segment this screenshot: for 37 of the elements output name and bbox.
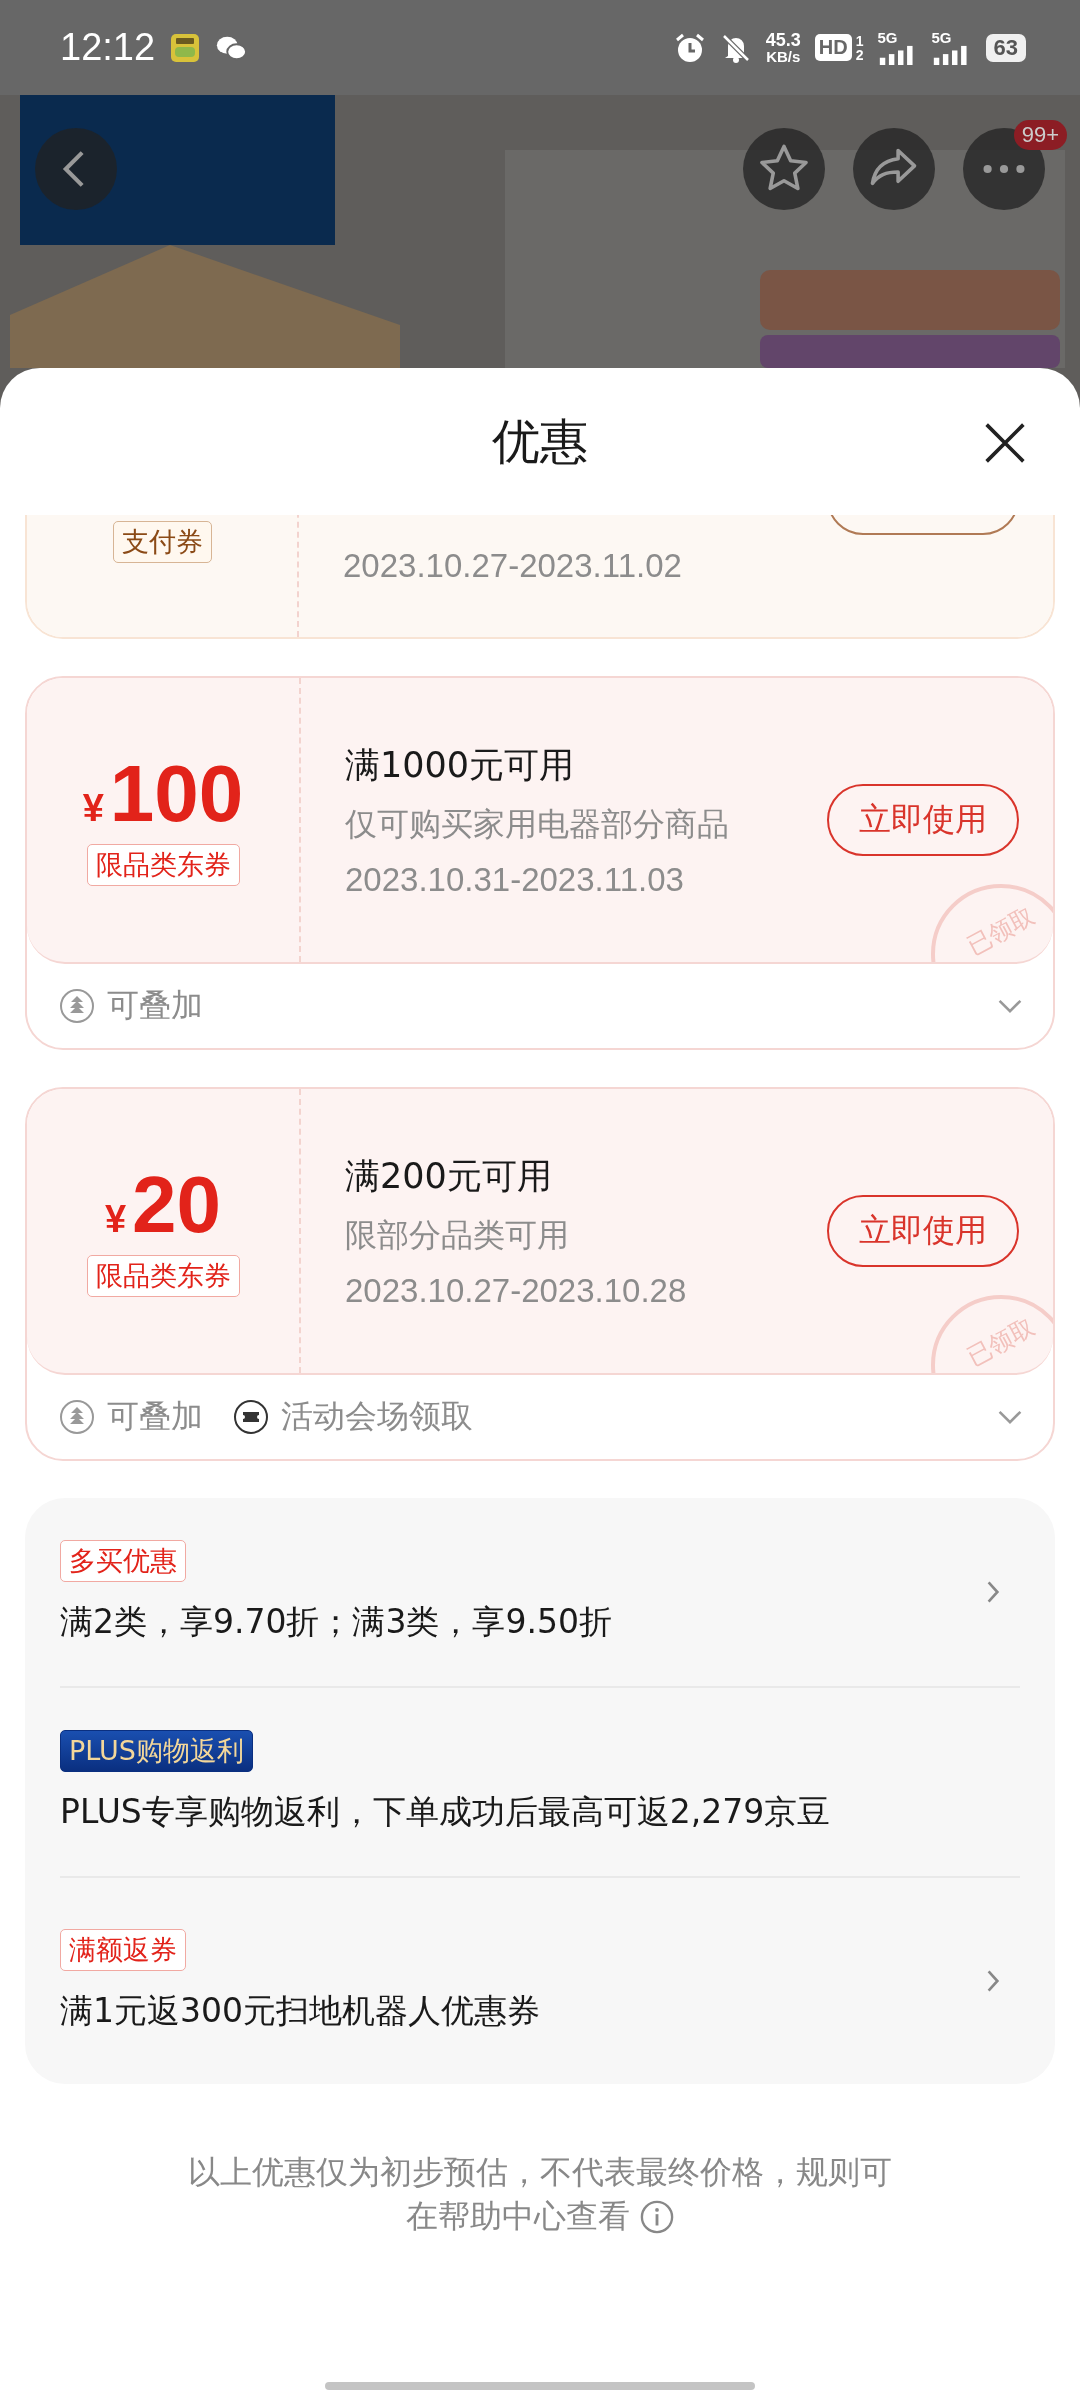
sheet-title: 优惠 [492, 411, 588, 471]
promotion-tag: 满额返券 [60, 1928, 186, 1971]
promotion-text: 满2类，享9.70折；满3类，享9.50折 [60, 1600, 612, 1643]
use-now-button[interactable]: 立即使用 [827, 784, 1019, 856]
currency-sign: ¥ [104, 1198, 127, 1241]
coupon-amount: 20 [132, 1165, 222, 1245]
promotion-tag: PLUS购物返利 [60, 1729, 253, 1772]
coupon-scope: 仅可购买家用电器部分商品 [345, 803, 730, 845]
currency-sign: ¥ [82, 787, 104, 830]
coupon-type-tag: 支付券 [112, 521, 212, 563]
network-type: 5G [931, 30, 952, 45]
coupon-condition: 满1000元可用 [345, 743, 576, 787]
coupon-amount: 100 [109, 754, 244, 834]
promotion-tag: 多买优惠 [60, 1539, 186, 1582]
sim-number: 2 [855, 47, 864, 62]
hd-label: HD [814, 34, 852, 61]
feature-label: 可叠加 [107, 985, 203, 1026]
coupon-type-tag: 限品类东券 [86, 1255, 240, 1297]
promotion-text: PLUS专享购物返利，下单成功后最高可返2,279京豆 [60, 1790, 831, 1833]
use-now-button[interactable]: 立即使用 [827, 1195, 1019, 1267]
clock-time: 12:12 [60, 26, 156, 69]
battery-indicator: 63 [985, 33, 1026, 62]
validity-dates: 2023.10.27-2023.11.02 [343, 547, 683, 585]
speed-unit: KB/s [766, 49, 801, 64]
promotion-text: 满1元返300元扫地机器人优惠券 [60, 1989, 540, 2032]
disclaimer-text: 在帮助中心查看 [406, 2196, 630, 2237]
coupon-scope: 限部分品类可用 [345, 1214, 570, 1256]
coupon-type-tag: 限品类东券 [86, 844, 240, 886]
feature-label: 活动会场领取 [281, 1396, 473, 1437]
validity-dates: 2023.10.27-2023.10.28 [345, 1271, 688, 1310]
network-type: 5G [877, 30, 898, 45]
disclaimer-text: 以上优惠仅为初步预估，不代表最终价格，规则可 [188, 2152, 892, 2193]
coupon-condition: 满200元可用 [345, 1154, 553, 1198]
sim-number: 1 [855, 33, 864, 48]
feature-label: 可叠加 [107, 1396, 203, 1437]
network-speed: 45.3 [765, 31, 801, 49]
validity-dates: 2023.10.31-2023.11.03 [345, 860, 685, 899]
